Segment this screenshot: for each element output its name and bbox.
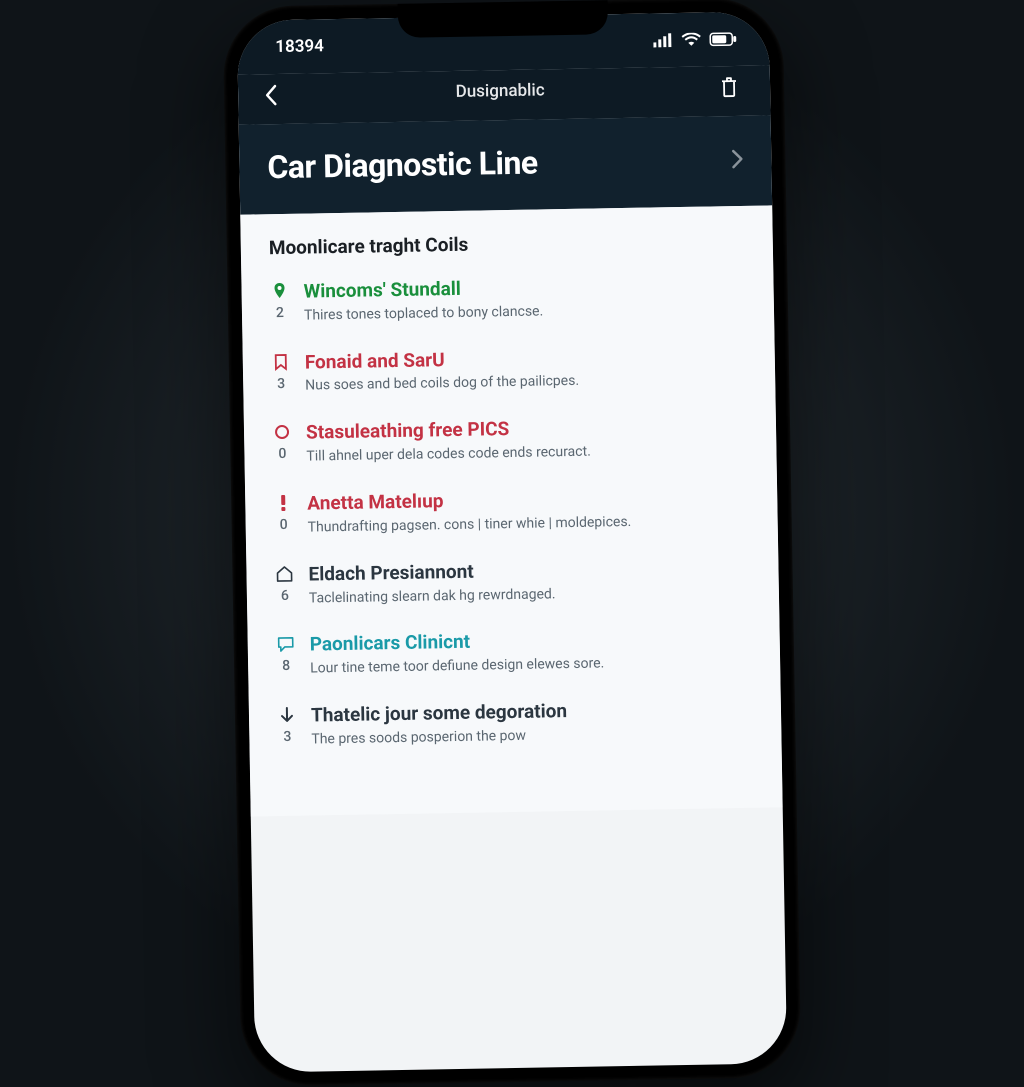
item-description: Thundrafting pagsen. cons | tiner whie |… xyxy=(308,511,750,538)
item-number: 0 xyxy=(280,517,288,533)
item-number: 2 xyxy=(276,305,284,321)
status-time: 18394 xyxy=(275,36,324,57)
item-description: The pres soods posperion the pow xyxy=(311,723,753,750)
phone-frame: 18394 Dusignablic Car Diagnostic Line Mo xyxy=(223,0,802,1087)
item-title: Anetta Matelıup xyxy=(307,485,749,516)
item-indicator: 0 xyxy=(272,422,293,462)
item-title: Thatelic jour some degoration xyxy=(311,697,753,728)
item-indicator: 6 xyxy=(274,564,295,604)
item-body: Eldach PresiannontTaclelinating slearn d… xyxy=(308,556,751,608)
item-title: Wincoms' Stundall xyxy=(303,273,745,304)
item-body: Fonaid and SarUNus soes and bed coils do… xyxy=(305,344,748,396)
item-number: 3 xyxy=(277,376,285,392)
item-indicator: 3 xyxy=(271,352,292,392)
battery-icon xyxy=(709,32,737,46)
page-title: Car Diagnostic Line xyxy=(267,143,538,186)
item-title: Eldach Presiannont xyxy=(308,556,750,587)
item-number: 0 xyxy=(278,446,286,462)
screen: 18394 Dusignablic Car Diagnostic Line Mo xyxy=(237,11,787,1072)
item-description: Till ahnel uper dela codes code ends rec… xyxy=(306,440,748,467)
item-description: Lour tine teme toor defiune design elewe… xyxy=(310,652,752,679)
item-description: Thires tones toplaced to bony clancse. xyxy=(304,299,746,326)
item-body: Anetta MatelıupThundrafting pagsen. cons… xyxy=(307,485,750,537)
back-button[interactable] xyxy=(256,80,287,111)
circle-icon xyxy=(272,422,292,442)
warning-icon xyxy=(273,493,293,513)
item-body: Paonlicars ClinicntLour tine teme toor d… xyxy=(310,626,753,678)
list-item[interactable]: 3 Thatelic jour some degorationThe pres s… xyxy=(277,697,754,750)
list-item[interactable]: 0 Stasuleathing free PICSTill ahnel uper … xyxy=(272,414,749,467)
item-body: Wincoms' StundallThires tones toplaced t… xyxy=(303,273,746,325)
item-body: Thatelic jour some degorationThe pres so… xyxy=(311,697,754,749)
list-item[interactable]: 6 Eldach PresiannontTaclelinating slearn … xyxy=(274,556,751,609)
page-title-row[interactable]: Car Diagnostic Line xyxy=(239,115,772,214)
item-title: Paonlicars Clinicnt xyxy=(310,626,752,657)
item-title: Stasuleathing free PICS xyxy=(306,414,748,445)
item-body: Stasuleathing free PICSTill ahnel uper d… xyxy=(306,414,749,466)
cellular-icon xyxy=(653,33,673,47)
chat-icon xyxy=(276,634,296,654)
status-indicators xyxy=(653,32,737,47)
item-indicator: 2 xyxy=(269,281,290,321)
chevron-right-icon xyxy=(731,149,743,169)
item-number: 6 xyxy=(281,588,289,604)
nav-title: Dusignablic xyxy=(455,80,544,102)
item-title: Fonaid and SarU xyxy=(305,344,747,375)
chevron-left-icon xyxy=(264,84,278,106)
list-item[interactable]: 2 Wincoms' StundallThires tones toplaced … xyxy=(269,273,746,326)
list-item[interactable]: 3 Fonaid and SarUNus soes and bed coils d… xyxy=(271,344,748,397)
list-item[interactable]: 8 Paonlicars ClinicntLour tine teme toor … xyxy=(276,626,753,679)
trash-icon xyxy=(719,76,739,98)
house-icon xyxy=(274,564,294,584)
bookmark-icon xyxy=(271,352,291,372)
item-number: 8 xyxy=(282,658,290,674)
down-arrow-icon xyxy=(277,705,297,725)
list-item[interactable]: 0 Anetta MatelıupThundrafting pagsen. con… xyxy=(273,485,750,538)
item-indicator: 0 xyxy=(273,493,294,533)
diagnostic-list: 2 Wincoms' StundallThires tones toplaced … xyxy=(269,273,753,750)
wifi-icon xyxy=(681,33,701,47)
item-number: 3 xyxy=(283,729,291,745)
item-description: Taclelinating slearn dak hg rewrdnaged. xyxy=(309,581,751,608)
content-area: Moonlicare traght Coils 2 Wincoms' Stunda… xyxy=(240,205,782,816)
item-description: Nus soes and bed coils dog of the pailic… xyxy=(305,369,747,396)
section-header: Moonlicare traght Coils xyxy=(269,228,745,259)
item-indicator: 8 xyxy=(276,634,297,674)
delete-button[interactable] xyxy=(714,72,745,103)
item-indicator: 3 xyxy=(277,705,298,745)
notch xyxy=(398,0,609,38)
pin-down-icon xyxy=(269,281,289,301)
